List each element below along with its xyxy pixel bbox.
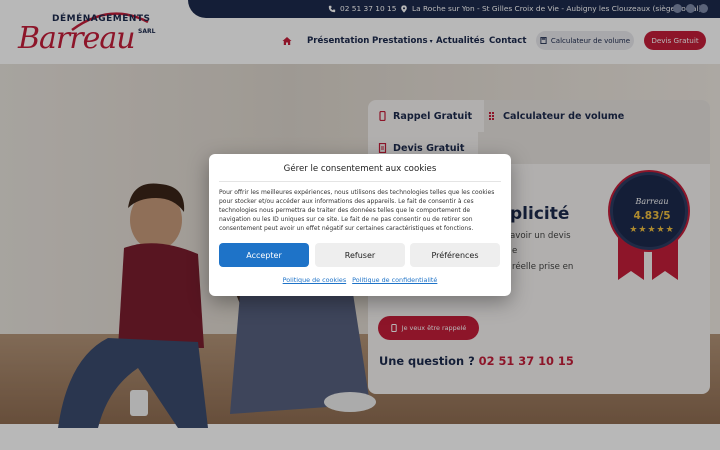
cookie-dialog-body: Pour offrir les meilleures expériences, …	[219, 189, 495, 232]
refuse-button[interactable]: Refuser	[315, 243, 405, 267]
cookie-dialog-title: Gérer le consentement aux cookies	[283, 164, 437, 174]
accept-button[interactable]: Accepter	[219, 243, 309, 267]
policy-links: Politique de cookies Politique de confid…	[209, 276, 511, 284]
page: 02 51 37 10 15 La Roche sur Yon - St Gil…	[0, 0, 720, 450]
cookie-policy-link[interactable]: Politique de cookies	[283, 276, 347, 284]
preferences-button[interactable]: Préférences	[410, 243, 500, 267]
cookie-consent-dialog: Gérer le consentement aux cookies Pour o…	[209, 154, 511, 296]
cookie-dialog-divider	[219, 181, 501, 182]
privacy-policy-link[interactable]: Politique de confidentialité	[352, 276, 437, 284]
